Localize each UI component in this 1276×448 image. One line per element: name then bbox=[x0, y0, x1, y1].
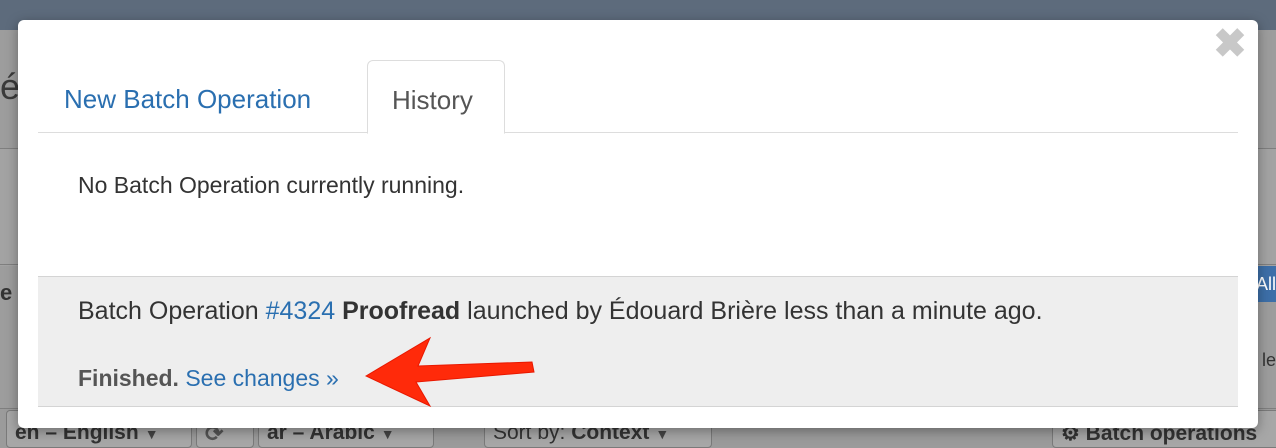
close-icon[interactable]: ✖ bbox=[1212, 24, 1248, 64]
operation-launch-info: launched by Édouard Brière less than a m… bbox=[467, 297, 1043, 325]
history-entry: Batch Operation #4324 Proofread launched… bbox=[38, 276, 1238, 407]
running-status-text: No Batch Operation currently running. bbox=[78, 172, 465, 198]
tab-new-batch-operation[interactable]: New Batch Operation bbox=[38, 60, 337, 133]
operation-state: Finished. See changes » bbox=[78, 365, 339, 392]
operation-id-link[interactable]: #4324 bbox=[266, 297, 336, 325]
caret-down-icon: ▼ bbox=[380, 426, 395, 442]
caret-down-icon: ▼ bbox=[655, 426, 670, 442]
modal-tabs: New Batch Operation History bbox=[38, 60, 1238, 134]
operation-type: Proofread bbox=[342, 297, 461, 325]
background-right-fragment: le bbox=[1262, 350, 1276, 370]
tab-history[interactable]: History bbox=[367, 60, 505, 134]
annotation-arrow-icon bbox=[364, 336, 535, 408]
background-left-fragment: e bbox=[0, 280, 13, 305]
caret-down-icon: ▼ bbox=[144, 426, 159, 442]
operation-summary: Batch Operation #4324 Proofread launched… bbox=[78, 297, 1043, 326]
batch-operation-modal: ✖ New Batch Operation History No Batch O… bbox=[18, 20, 1258, 428]
see-changes-link[interactable]: See changes » bbox=[185, 365, 338, 391]
operation-prefix: Batch Operation bbox=[78, 297, 259, 325]
finished-label: Finished. bbox=[78, 365, 179, 391]
